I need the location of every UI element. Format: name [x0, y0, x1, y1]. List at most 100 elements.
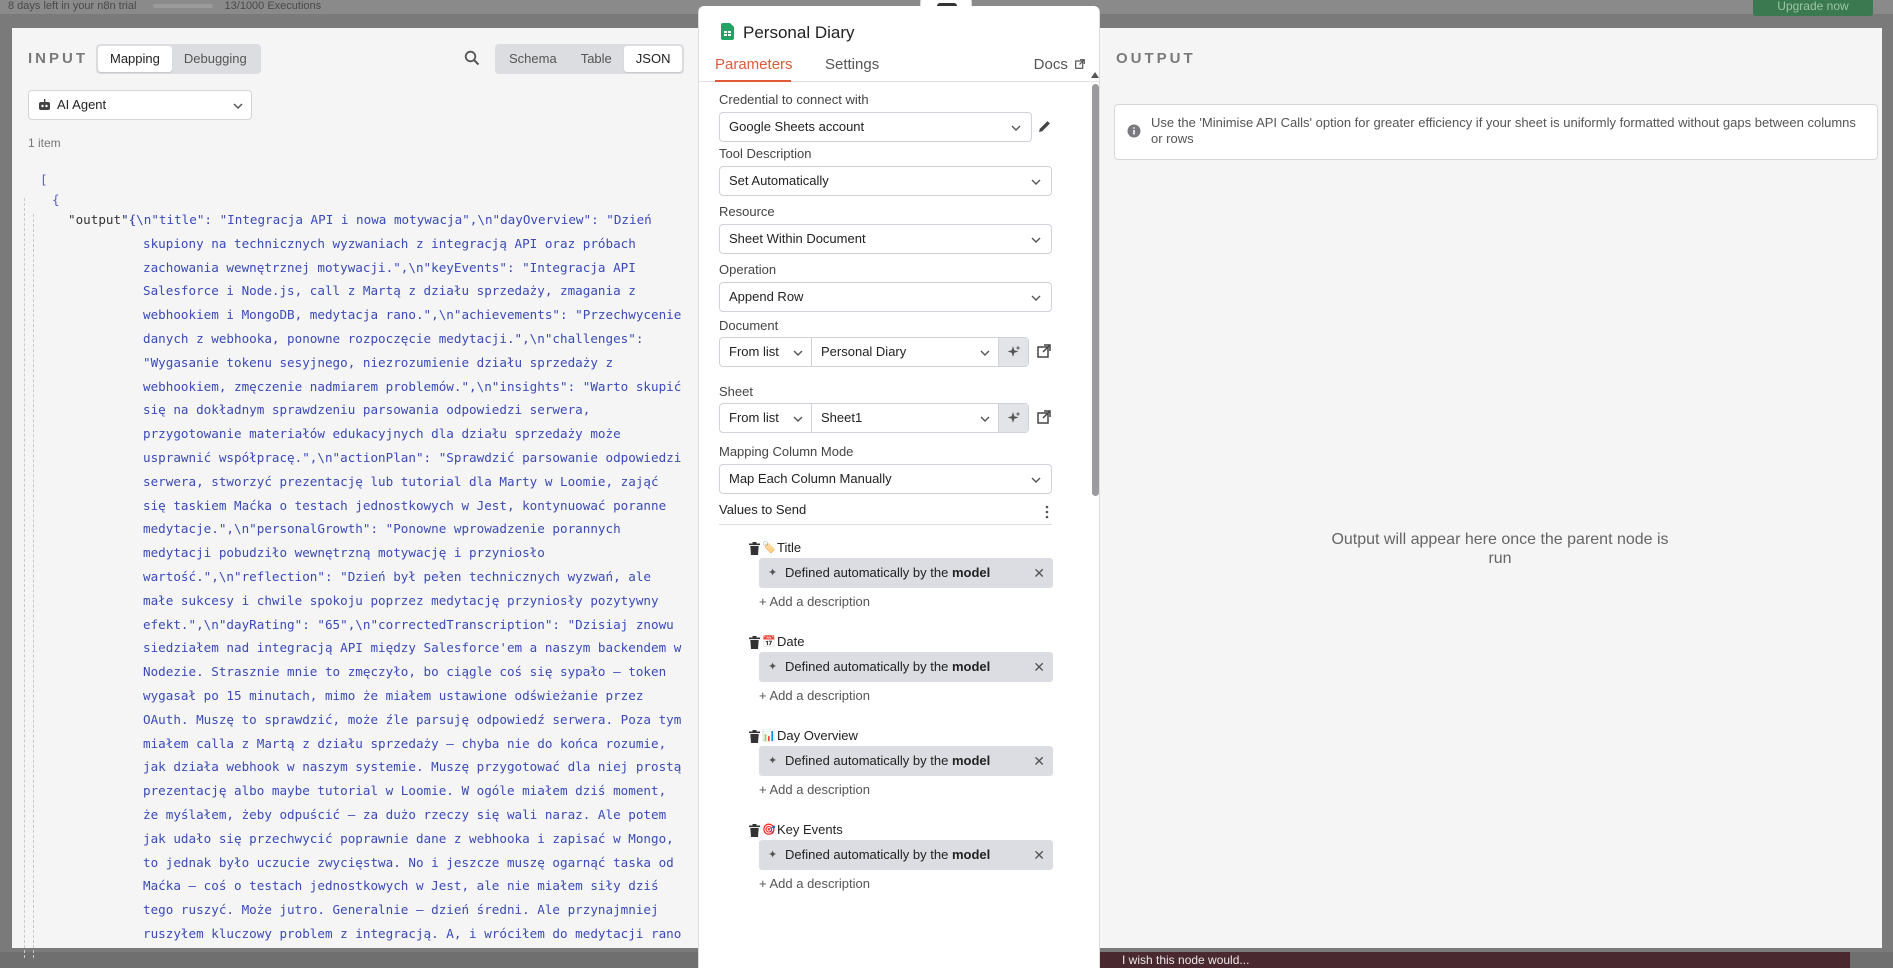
add-description-link[interactable]: + Add a description [759, 782, 870, 797]
json-value-line: się taskiem Maćka o testach jednostkowyc… [143, 497, 667, 513]
sparkle-icon: ✦ [768, 567, 778, 579]
ai-fill-button[interactable] [998, 404, 1028, 432]
delete-icon[interactable] [749, 730, 760, 743]
scroll-up-arrow[interactable] [1091, 72, 1099, 78]
document-mode-select[interactable]: From list [720, 338, 812, 366]
delete-icon[interactable] [749, 636, 760, 649]
json-value-line: się na dokładnym sprawdzeniu parsowania … [143, 402, 591, 418]
sheet-locator[interactable]: From list Sheet1 [719, 403, 1029, 433]
source-node-select[interactable]: AI Agent [28, 90, 252, 120]
sparkle-icon: ✦ [768, 755, 778, 767]
ai-fill-button[interactable] [998, 338, 1028, 366]
executions-progress [153, 4, 214, 9]
auto-defined-value[interactable]: ✦ Defined automatically by the model ✕ [759, 652, 1053, 682]
tool-description-label: Tool Description [719, 146, 812, 161]
item-count: 1 item [28, 136, 61, 150]
pill-text: Defined automatically by the [785, 753, 949, 768]
sheet-select[interactable]: Sheet1 [812, 404, 998, 432]
open-document-icon[interactable] [1037, 344, 1051, 358]
operation-value: Append Row [729, 289, 804, 304]
json-bracket: [ [40, 172, 48, 187]
auto-defined-value[interactable]: ✦ Defined automatically by the model ✕ [759, 746, 1053, 776]
operation-label: Operation [719, 262, 777, 277]
tab-parameters[interactable]: Parameters [715, 56, 793, 73]
chevron-down-icon [1031, 179, 1041, 185]
resource-select[interactable]: Sheet Within Document [719, 224, 1052, 254]
field-name: Day Overview [777, 728, 858, 743]
add-description-link[interactable]: + Add a description [759, 688, 870, 703]
chevron-down-icon [793, 416, 803, 422]
close-icon[interactable]: ✕ [1033, 840, 1045, 870]
open-sheet-icon[interactable] [1037, 410, 1051, 424]
scroll-thumb[interactable] [1092, 84, 1099, 496]
robot-icon [39, 99, 50, 110]
auto-defined-value[interactable]: ✦ Defined automatically by the model ✕ [759, 840, 1053, 870]
document-locator[interactable]: From list Personal Diary [719, 337, 1029, 367]
mapping-tab[interactable]: Mapping [98, 46, 172, 72]
sheet-value: Sheet1 [821, 410, 863, 425]
add-description-link[interactable]: + Add a description [759, 876, 870, 891]
upgrade-button[interactable]: Upgrade now [1753, 0, 1873, 16]
mapping-mode-select[interactable]: Map Each Column Manually [719, 464, 1052, 494]
field-name: Title [777, 540, 802, 555]
chevron-down-icon [1011, 125, 1021, 131]
schema-tab[interactable]: Schema [497, 46, 569, 72]
pill-bold-text: model [951, 565, 991, 580]
sheet-mode-select[interactable]: From list [720, 404, 812, 432]
operation-select[interactable]: Append Row [719, 282, 1052, 312]
delete-icon[interactable] [749, 824, 760, 837]
docs-link[interactable]: Docs [1034, 56, 1085, 73]
tool-description-value: Set Automatically [729, 173, 829, 188]
auto-defined-value[interactable]: ✦ Defined automatically by the model ✕ [759, 558, 1053, 588]
json-value-line: siedziałem nad integracją API między Sal… [143, 640, 682, 656]
json-value-line: Maćka – coś o testach jednostkowych w Je… [143, 878, 659, 894]
json-value-line: prezentację albo maybe tutorial w Loomie… [143, 783, 667, 799]
json-value-line: serwera, stworzyć prezentację lub tutori… [143, 473, 659, 489]
json-value-line: wygasał po 15 minutach, mimo że miałem u… [143, 688, 644, 703]
json-value-line: medytacji pobudziło wewnętrzną motywację… [143, 545, 545, 561]
tab-settings[interactable]: Settings [825, 56, 879, 73]
divider [719, 524, 1052, 525]
credential-value: Google Sheets account [729, 119, 865, 134]
pill-text: Defined automatically by the [785, 659, 949, 674]
json-value-line: tego ruszyć. Może jutro. Generalnie – dz… [143, 902, 659, 918]
document-select[interactable]: Personal Diary [812, 338, 998, 366]
document-label: Document [719, 318, 779, 333]
tool-description-select[interactable]: Set Automatically [719, 166, 1052, 196]
chevron-down-icon [1031, 477, 1041, 483]
json-value-line: OAuth. Muszę to sprawdzić, może źle pars… [143, 711, 682, 727]
chevron-down-icon [980, 416, 990, 422]
wish-feedback[interactable]: I wish this node would... [1100, 952, 1850, 968]
field-emoji-icon: 🏷️ [762, 542, 776, 554]
close-icon[interactable]: ✕ [1033, 746, 1045, 776]
more-options-icon[interactable] [1045, 505, 1049, 519]
parameter-tabs: Parameters Settings Docs [699, 50, 1099, 82]
output-panel: OUTPUT Use the 'Minimise API Calls' opti… [1100, 28, 1882, 948]
close-icon[interactable]: ✕ [1033, 558, 1045, 588]
search-icon[interactable] [464, 50, 480, 66]
table-tab[interactable]: Table [569, 46, 624, 72]
close-icon[interactable]: ✕ [1033, 652, 1045, 682]
parameters-scrollbar[interactable] [1090, 70, 1099, 968]
document-value: Personal Diary [821, 344, 907, 359]
json-value-line: danych z webhooka, ponowne rozpoczęcie m… [143, 331, 644, 346]
json-tab[interactable]: JSON [623, 46, 683, 72]
debugging-tab[interactable]: Debugging [172, 46, 259, 72]
delete-icon[interactable] [749, 542, 760, 555]
input-mode-toggle: Mapping Debugging [96, 44, 261, 74]
output-empty-message: Output will appear here once the parent … [1331, 531, 1669, 567]
node-title[interactable]: Personal Diary [743, 23, 855, 43]
edit-credential-icon[interactable] [1037, 119, 1052, 134]
external-link-icon [1075, 59, 1085, 69]
json-value-line: zachowania wewnętrznej motywacji.",\n"ke… [143, 259, 636, 275]
json-value-line: "{\n"title": "Integracja API i nowa moty… [121, 212, 652, 227]
field-emoji-icon: 🎯 [762, 824, 776, 836]
credential-label: Credential to connect with [719, 92, 869, 107]
sheet-label: Sheet [719, 384, 753, 399]
field-emoji-icon: 📅 [762, 636, 776, 648]
mapping-mode-value: Map Each Column Manually [729, 471, 892, 486]
credential-select[interactable]: Google Sheets account [719, 112, 1032, 142]
json-indent-guide [33, 214, 34, 958]
add-description-link[interactable]: + Add a description [759, 594, 870, 609]
pill-bold-text: model [951, 659, 991, 674]
